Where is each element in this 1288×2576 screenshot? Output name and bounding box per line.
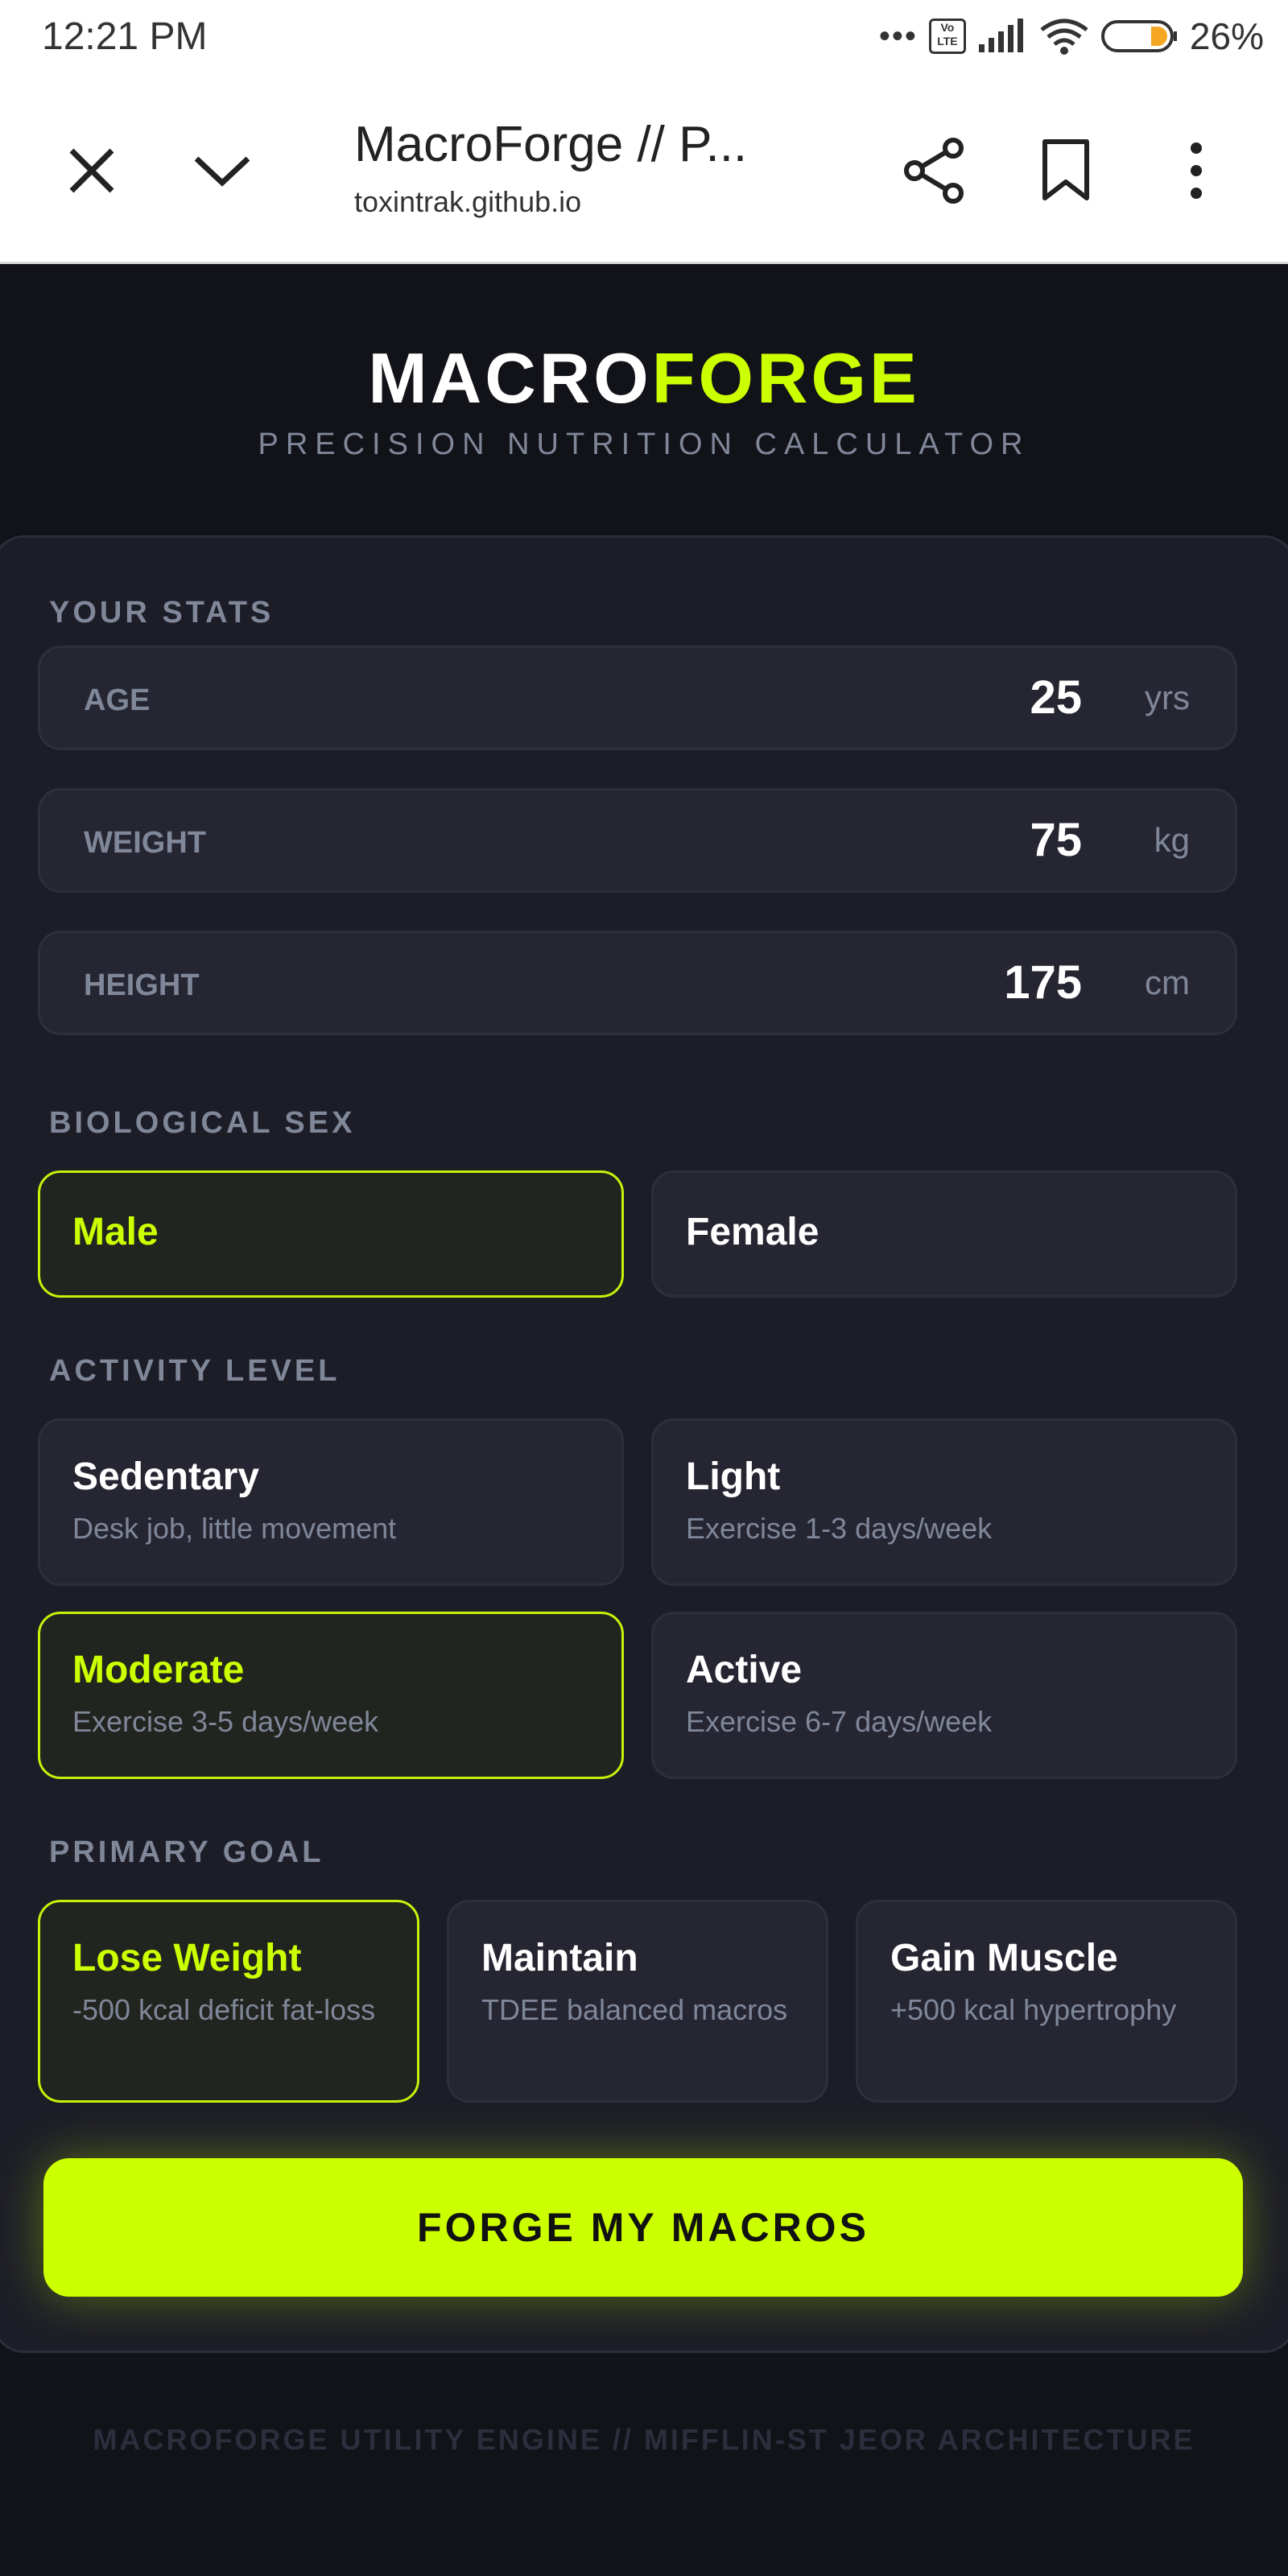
weight-input[interactable]: WEIGHT 75 kg	[38, 788, 1237, 893]
age-label: AGE	[84, 683, 151, 717]
age-unit: yrs	[1145, 679, 1190, 716]
status-bar: 12:21 PM ••• Vo LTE 26%	[0, 0, 1288, 80]
activity-option-desc: Exercise 3-5 days/week	[72, 1705, 379, 1738]
page-url[interactable]: toxintrak.github.io	[354, 185, 581, 219]
activity-option-title: Moderate	[72, 1649, 245, 1691]
weight-value[interactable]: 75	[1030, 813, 1082, 867]
notification-dots: •••	[878, 18, 918, 54]
sex-option-label: Female	[686, 1211, 819, 1253]
age-value[interactable]: 25	[1030, 671, 1082, 724]
activity-option-title: Sedentary	[72, 1455, 260, 1498]
goal-option-lose-weight[interactable]: Lose Weight -500 kcal deficit fat-loss	[38, 1900, 419, 2103]
status-icons: ••• Vo LTE 26%	[879, 14, 1264, 58]
activity-option-active[interactable]: Active Exercise 6-7 days/week	[651, 1612, 1237, 1779]
page-content: MACROFORGE PRECISION NUTRITION CALCULATO…	[0, 266, 1288, 2576]
volte-icon: Vo LTE	[928, 19, 966, 54]
activity-option-desc: Exercise 6-7 days/week	[686, 1705, 993, 1738]
share-icon[interactable]	[898, 135, 969, 206]
height-input[interactable]: HEIGHT 175 cm	[38, 931, 1237, 1035]
goal-option-desc: TDEE balanced macros	[481, 1993, 788, 2026]
activity-option-sedentary[interactable]: Sedentary Desk job, little movement	[38, 1418, 624, 1586]
goal-option-title: Lose Weight	[72, 1937, 302, 1979]
activity-option-title: Light	[686, 1455, 781, 1498]
activity-section-label: ACTIVITY LEVEL	[49, 1354, 341, 1388]
logo-part-forge: FORGE	[651, 338, 920, 418]
status-time: 12:21 PM	[42, 15, 208, 58]
page-title[interactable]: MacroForge // P...	[354, 116, 747, 173]
sex-option-female[interactable]: Female	[651, 1170, 1237, 1298]
goal-section-label: PRIMARY GOAL	[49, 1835, 324, 1869]
bookmark-icon[interactable]	[1030, 135, 1101, 206]
goal-option-title: Maintain	[481, 1937, 638, 1979]
activity-option-moderate[interactable]: Moderate Exercise 3-5 days/week	[38, 1612, 624, 1779]
close-icon[interactable]	[56, 135, 127, 206]
more-vertical-icon[interactable]	[1161, 135, 1232, 206]
battery-percentage: 26%	[1189, 15, 1264, 57]
goal-option-gain-muscle[interactable]: Gain Muscle +500 kcal hypertrophy	[856, 1900, 1237, 2103]
sex-option-label: Male	[72, 1211, 159, 1253]
stats-section-label: YOUR STATS	[49, 596, 275, 630]
forge-macros-button[interactable]: FORGE MY MACROS	[43, 2158, 1243, 2297]
logo-part-macro: MACRO	[368, 338, 652, 418]
activity-option-desc: Desk job, little movement	[72, 1512, 397, 1545]
goal-option-title: Gain Muscle	[890, 1937, 1118, 1979]
height-value[interactable]: 175	[1004, 956, 1082, 1009]
activity-option-title: Active	[686, 1649, 803, 1691]
sex-section-label: BIOLOGICAL SEX	[49, 1106, 356, 1140]
signal-icon	[978, 19, 1023, 52]
footer-text: MACROFORGE UTILITY ENGINE // MIFFLIN-ST …	[93, 2423, 1195, 2456]
app-subtitle: PRECISION NUTRITION CALCULATOR	[258, 427, 1030, 461]
weight-label: WEIGHT	[84, 826, 206, 860]
goal-option-desc: +500 kcal hypertrophy	[890, 1993, 1177, 2026]
wifi-icon	[1040, 19, 1088, 55]
height-label: HEIGHT	[84, 968, 200, 1002]
chevron-down-icon[interactable]	[187, 135, 258, 206]
height-unit: cm	[1145, 964, 1190, 1001]
sex-option-male[interactable]: Male	[38, 1170, 624, 1298]
calculator-card: YOUR STATS AGE 25 yrs WEIGHT 75 kg HEIGH…	[0, 535, 1288, 2353]
battery-icon	[1100, 20, 1177, 52]
app-logo: MACROFORGE	[0, 337, 1288, 419]
activity-option-light[interactable]: Light Exercise 1-3 days/week	[651, 1418, 1237, 1586]
goal-option-maintain[interactable]: Maintain TDEE balanced macros	[447, 1900, 828, 2103]
goal-option-desc: -500 kcal deficit fat-loss	[72, 1993, 376, 2026]
age-input[interactable]: AGE 25 yrs	[38, 646, 1237, 750]
browser-toolbar: MacroForge // P... toxintrak.github.io	[0, 80, 1288, 264]
activity-option-desc: Exercise 1-3 days/week	[686, 1512, 993, 1545]
weight-unit: kg	[1154, 821, 1190, 859]
